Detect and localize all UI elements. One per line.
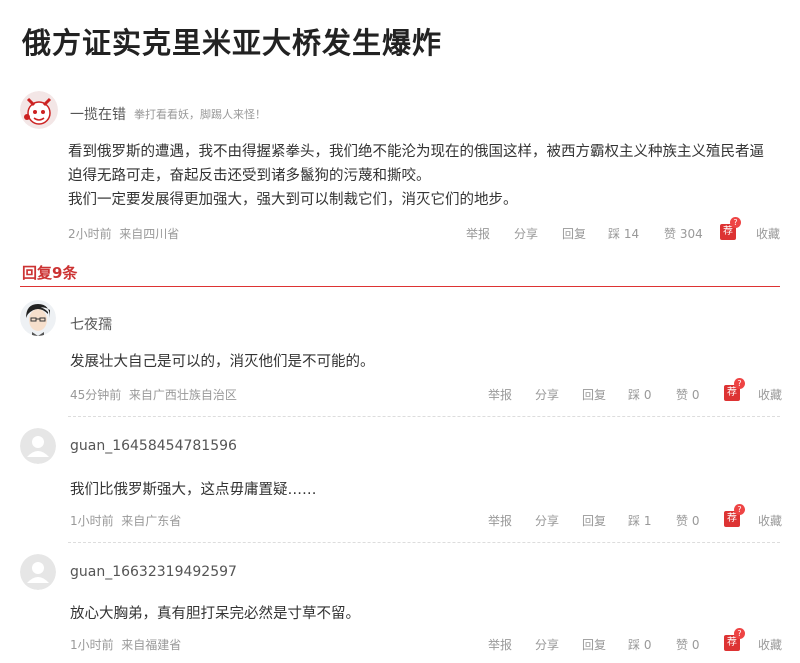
post-body-line: 看到俄罗斯的遭遇，我不由得握紧拳头，我们绝不能沦为现在的俄国这样，被西方霸权主义… — [68, 144, 764, 160]
reply-button[interactable]: 回复 — [562, 225, 586, 242]
post-location: 来自四川省 — [119, 227, 180, 241]
recommend-hint-icon: ? — [730, 217, 741, 228]
post-meta-row: 2小时前 来自四川省 举报 分享 回复 踩 14 赞 304 荐 ? 收藏 — [68, 217, 782, 243]
reply-username[interactable]: guan_16632319492597 — [70, 564, 237, 580]
like-button[interactable]: 赞 0 — [676, 512, 699, 529]
page-title: 俄方证实克里米亚大桥发生爆炸 — [22, 26, 443, 60]
reply-meta-info: 1小时前 来自广东省 — [70, 512, 181, 529]
reply-body: 放心大胸弟，真有胆打呆完必然是寸草不留。 — [70, 606, 360, 622]
like-button[interactable]: 赞 304 — [664, 225, 703, 242]
share-button[interactable]: 分享 — [514, 225, 538, 242]
share-button[interactable]: 分享 — [535, 512, 559, 529]
recommend-hint-icon: ? — [734, 628, 745, 639]
replies-count-header: 回复9条 — [22, 264, 78, 282]
post-body: 看到俄罗斯的遭遇，我不由得握紧拳头，我们绝不能沦为现在的俄国这样，被西方霸权主义… — [68, 140, 783, 212]
favorite-button[interactable]: 收藏 — [758, 386, 782, 403]
reply-meta-info: 45分钟前 来自广西壮族自治区 — [70, 386, 237, 403]
recommend-button[interactable]: 荐 ? — [722, 378, 745, 402]
reply-username[interactable]: 七夜孺 — [70, 314, 112, 334]
favorite-button[interactable]: 收藏 — [758, 512, 782, 529]
reply-button[interactable]: 回复 — [582, 386, 606, 403]
like-button[interactable]: 赞 0 — [676, 386, 699, 403]
share-button[interactable]: 分享 — [535, 636, 559, 653]
default-user-avatar-icon[interactable] — [20, 554, 56, 590]
dislike-button[interactable]: 踩 0 — [628, 636, 651, 653]
recommend-button[interactable]: 荐 ? — [722, 628, 745, 652]
default-user-avatar-icon[interactable] — [20, 428, 56, 464]
post-body-line: 迫得无路可走，奋起反击还受到诸多鬣狗的污蔑和撕咬。 — [68, 168, 431, 184]
favorite-button[interactable]: 收藏 — [756, 225, 780, 242]
post-meta-info: 2小时前 来自四川省 — [68, 225, 179, 242]
reply-body: 我们比俄罗斯强大，这点毋庸置疑…… — [70, 482, 317, 498]
dislike-button[interactable]: 踩 1 — [628, 512, 651, 529]
reply-time: 1小时前 — [70, 638, 114, 652]
favorite-button[interactable]: 收藏 — [758, 636, 782, 653]
recommend-hint-icon: ? — [734, 378, 745, 389]
reply-time: 1小时前 — [70, 514, 114, 528]
post-username[interactable]: 一揽在错 — [70, 104, 126, 124]
reply-button[interactable]: 回复 — [582, 512, 606, 529]
reply-body: 发展壮大自己是可以的，消灭他们是不可能的。 — [70, 354, 375, 370]
reply-divider — [68, 542, 780, 543]
report-button[interactable]: 举报 — [466, 225, 490, 242]
reply-meta-row: 1小时前 来自福建省 举报 分享 回复 踩 0 赞 0 荐 ? 收藏 — [70, 628, 782, 654]
recommend-hint-icon: ? — [734, 504, 745, 515]
replies-divider — [20, 286, 780, 287]
reply-meta-row: 1小时前 来自广东省 举报 分享 回复 踩 1 赞 0 荐 ? 收藏 — [70, 504, 782, 530]
reply-meta-row: 45分钟前 来自广西壮族自治区 举报 分享 回复 踩 0 赞 0 荐 ? 收藏 — [70, 378, 782, 404]
dislike-button[interactable]: 踩 14 — [608, 225, 639, 242]
reply-meta-info: 1小时前 来自福建省 — [70, 636, 181, 653]
user-avatar-icon[interactable] — [20, 91, 58, 129]
post-time: 2小时前 — [68, 227, 112, 241]
recommend-button[interactable]: 荐 ? — [722, 504, 745, 528]
report-button[interactable]: 举报 — [488, 386, 512, 403]
reply-location: 来自福建省 — [121, 638, 182, 652]
anime-avatar-icon[interactable] — [20, 300, 56, 336]
post-body-line: 我们一定要发展得更加强大，强大到可以制裁它们，消灭它们的地步。 — [68, 192, 518, 208]
reply-username[interactable]: guan_16458454781596 — [70, 438, 237, 454]
report-button[interactable]: 举报 — [488, 512, 512, 529]
reply-time: 45分钟前 — [70, 388, 122, 402]
report-button[interactable]: 举报 — [488, 636, 512, 653]
share-button[interactable]: 分享 — [535, 386, 559, 403]
reply-button[interactable]: 回复 — [582, 636, 606, 653]
dislike-button[interactable]: 踩 0 — [628, 386, 651, 403]
post-signature: 拳打看看妖，脚踢人来怪！ — [134, 108, 266, 121]
recommend-button[interactable]: 荐 ? — [718, 217, 741, 241]
reply-divider — [68, 416, 780, 417]
like-button[interactable]: 赞 0 — [676, 636, 699, 653]
reply-location: 来自广西壮族自治区 — [128, 388, 237, 402]
reply-location: 来自广东省 — [121, 514, 182, 528]
